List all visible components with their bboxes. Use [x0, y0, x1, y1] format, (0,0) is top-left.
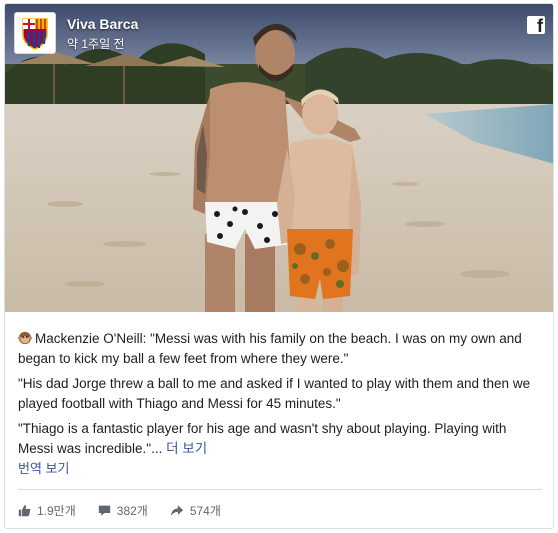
post-paragraph: Mackenzie O'Neill: "Messi was with his f… [18, 329, 543, 369]
post-paragraph-text: "Thiago is a fantastic player for his ag… [18, 421, 507, 456]
page-name[interactable]: Viva Barca [67, 16, 138, 32]
post-header: Viva Barca 약 1주일 전 f [5, 4, 553, 68]
like-count: 1.9만개 [37, 503, 76, 518]
page-avatar[interactable] [14, 12, 56, 54]
translate-link[interactable]: 번역 보기 [18, 459, 543, 479]
post-paragraph-text: "His dad Jorge threw a ball to me and as… [18, 376, 531, 411]
post-photo[interactable]: Viva Barca 약 1주일 전 f [5, 4, 553, 312]
post-timestamp[interactable]: 약 1주일 전 [67, 35, 125, 52]
monkey-face-emoji-icon [18, 331, 32, 345]
comment-count: 382개 [116, 503, 148, 518]
share-stat[interactable]: 574개 [170, 502, 221, 519]
comment-icon [98, 505, 110, 516]
post-paragraph: "Thiago is a fantastic player for his ag… [18, 419, 543, 459]
facebook-f-icon[interactable]: f [527, 16, 545, 34]
post-card: Viva Barca 약 1주일 전 f Mackenzie O'Neill: … [4, 3, 554, 529]
share-arrow-icon [170, 504, 183, 516]
post-footer: 1.9만개 382개 574개 [18, 499, 243, 521]
comment-stat[interactable]: 382개 [98, 502, 148, 519]
fc-barcelona-crest-icon [22, 18, 48, 50]
like-stat[interactable]: 1.9만개 [18, 502, 76, 519]
thumbs-up-icon [18, 504, 31, 516]
post-text: Mackenzie O'Neill: "Messi was with his f… [18, 329, 543, 479]
footer-divider [18, 489, 542, 490]
post-paragraph: "His dad Jorge threw a ball to me and as… [18, 374, 543, 414]
see-more-link[interactable]: 더 보기 [166, 441, 207, 456]
post-paragraph-text: Mackenzie O'Neill: "Messi was with his f… [18, 331, 522, 366]
share-count: 574개 [189, 503, 221, 518]
